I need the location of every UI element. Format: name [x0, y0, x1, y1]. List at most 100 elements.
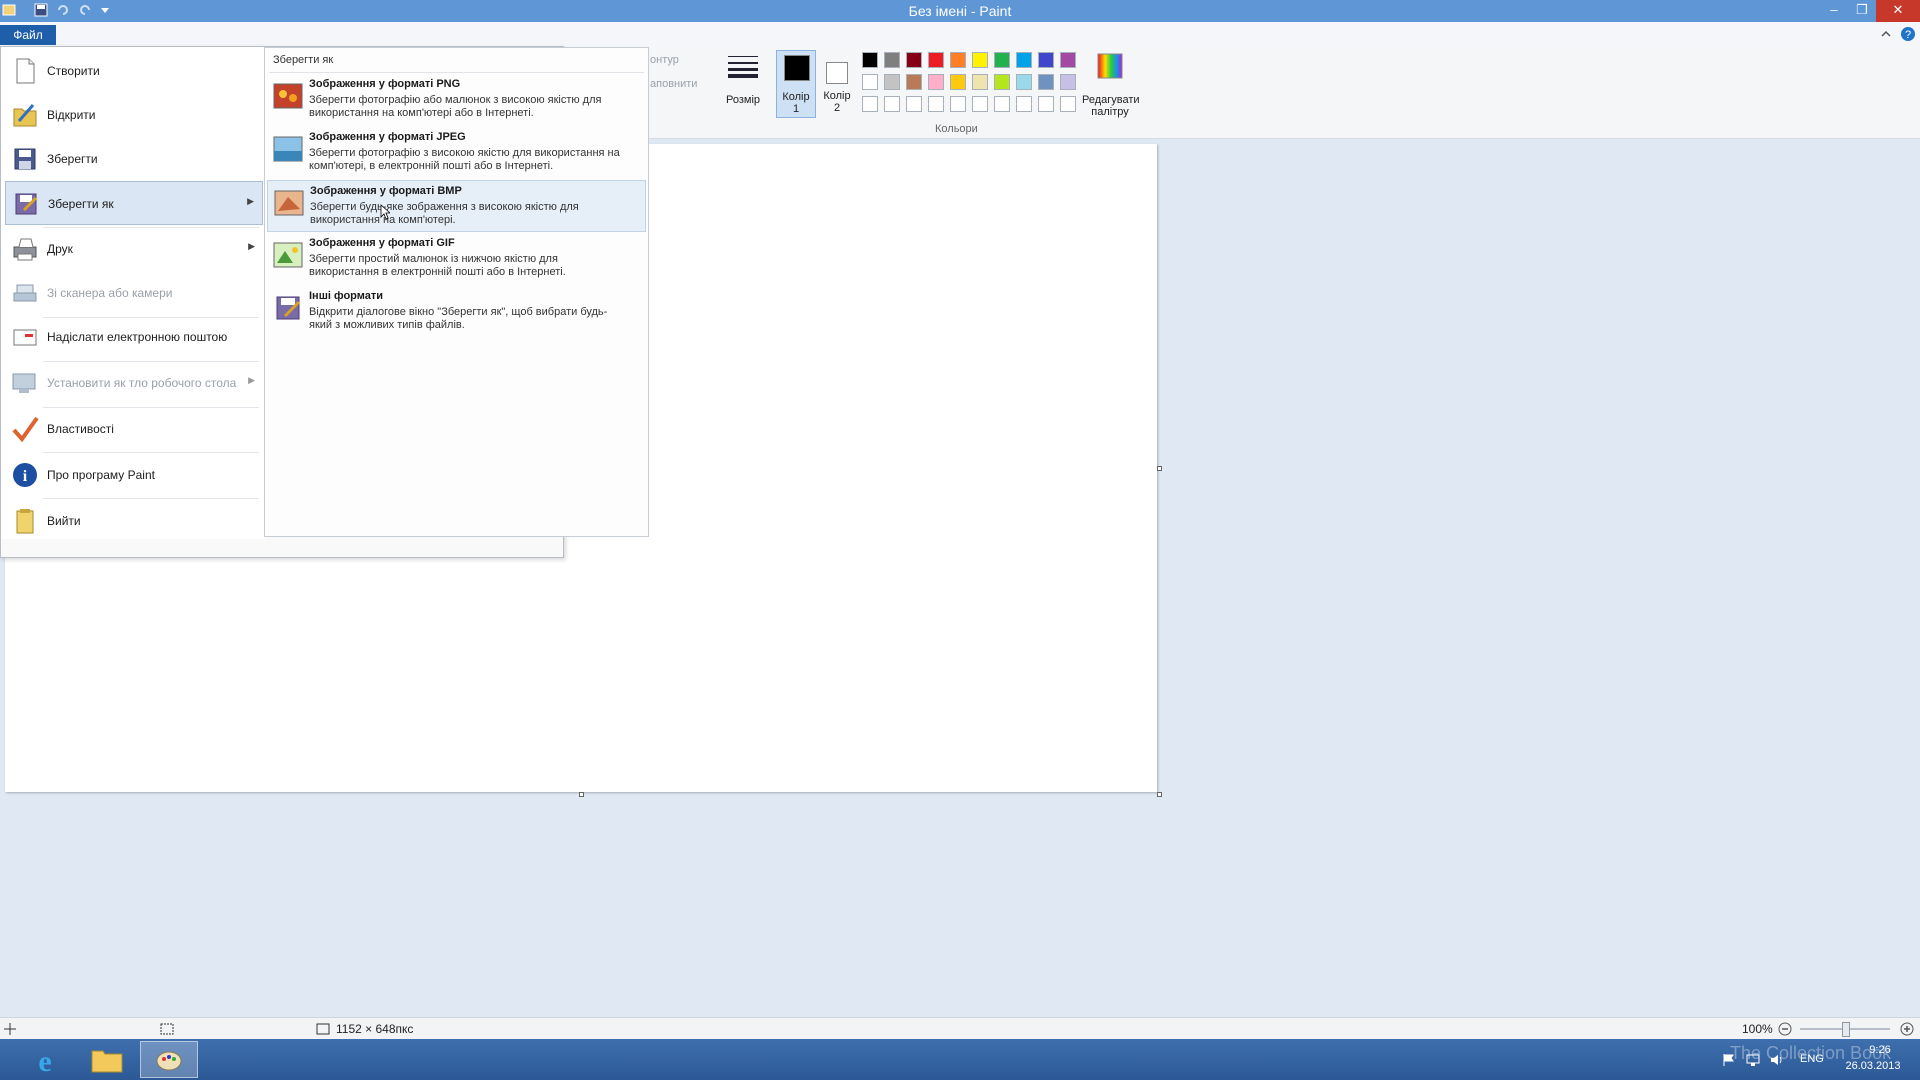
color2-swatch [826, 62, 848, 84]
palette-swatch[interactable] [972, 96, 988, 112]
menu-item-properties[interactable]: Властивості [5, 407, 263, 451]
color2-button[interactable]: Колір 2 [818, 50, 858, 118]
save-as-gif[interactable]: Зображення у форматі GIF Зберегти прости… [267, 233, 646, 285]
palette-swatch[interactable] [1060, 52, 1076, 68]
menu-item-save-as-label: Зберегти як [48, 197, 114, 211]
palette-swatch[interactable] [862, 96, 878, 112]
palette-swatch[interactable] [950, 96, 966, 112]
email-icon [13, 329, 37, 346]
palette-swatch[interactable] [928, 74, 944, 90]
menu-item-set-desktop-bg-label: Установити як тло робочого стола [47, 376, 237, 390]
menu-item-scanner[interactable]: Зі сканера або камери [5, 271, 263, 315]
palette-swatch[interactable] [884, 52, 900, 68]
menu-item-exit[interactable]: Вийти [5, 499, 263, 543]
clock-time[interactable]: 9:26 [1850, 1044, 1910, 1056]
palette-swatch[interactable] [884, 74, 900, 90]
menu-item-scanner-label: Зі сканера або камери [47, 286, 173, 300]
flag-icon[interactable] [1722, 1053, 1736, 1067]
color-palette [862, 52, 1082, 118]
file-explorer-icon[interactable] [90, 1045, 124, 1075]
menu-item-properties-label: Властивості [47, 422, 114, 436]
save-as-other-title: Інші формати [309, 290, 384, 302]
volume-icon[interactable] [1770, 1053, 1784, 1067]
line-size-icon [728, 56, 758, 78]
resize-handle-corner[interactable] [1157, 792, 1162, 797]
edit-colors-label2: палітру [1091, 106, 1129, 118]
save-as-jpeg[interactable]: Зображення у форматі JPEG Зберегти фотог… [267, 127, 646, 179]
zoom-in-icon[interactable] [1900, 1022, 1914, 1036]
collapse-ribbon-icon[interactable] [1880, 28, 1892, 40]
cursor-position-icon [4, 1023, 16, 1035]
palette-swatch[interactable] [994, 74, 1010, 90]
menu-item-about-label: Про програму Paint [47, 468, 155, 482]
save-as-bmp[interactable]: Зображення у форматі BMP Зберегти будь-я… [267, 180, 646, 232]
palette-swatch[interactable] [950, 52, 966, 68]
palette-swatch[interactable] [1016, 96, 1032, 112]
palette-swatch[interactable] [928, 52, 944, 68]
save-as-png[interactable]: Зображення у форматі PNG Зберегти фотогр… [267, 74, 646, 126]
restore-button[interactable]: ❐ [1848, 0, 1876, 22]
save-as-header: Зберегти як [273, 54, 334, 66]
resize-handle-bottom[interactable] [579, 792, 584, 797]
new-file-icon [16, 58, 35, 84]
other-formats-icon [276, 296, 301, 320]
menu-item-new[interactable]: Створити [5, 49, 263, 93]
color1-button[interactable]: Колір 1 [776, 50, 816, 118]
size-button[interactable]: Розмір [724, 52, 762, 116]
palette-swatch[interactable] [1038, 52, 1054, 68]
svg-text:i: i [23, 468, 28, 485]
zoom-slider-thumb[interactable] [1842, 1022, 1850, 1037]
language-indicator[interactable]: ENG [1800, 1053, 1824, 1065]
save-as-png-title: Зображення у форматі PNG [309, 78, 461, 90]
submenu-arrow-icon: ▶ [248, 375, 255, 385]
menu-item-open[interactable]: Відкрити [5, 93, 263, 137]
palette-swatch[interactable] [1060, 96, 1076, 112]
menu-item-about[interactable]: i Про програму Paint [5, 453, 263, 497]
palette-swatch[interactable] [972, 74, 988, 90]
menu-item-new-label: Створити [47, 64, 100, 78]
menu-item-open-label: Відкрити [47, 108, 96, 122]
palette-swatch[interactable] [994, 96, 1010, 112]
gif-image-icon [273, 242, 303, 268]
palette-swatch[interactable] [950, 74, 966, 90]
clock-date[interactable]: 26.03.2013 [1836, 1060, 1910, 1072]
save-as-other[interactable]: Інші формати Відкрити діалогове вікно "З… [267, 286, 646, 338]
zoom-out-icon[interactable] [1778, 1022, 1792, 1036]
palette-swatch[interactable] [1038, 96, 1054, 112]
palette-swatch[interactable] [906, 52, 922, 68]
submenu-arrow-icon: ▶ [247, 196, 254, 206]
palette-swatch[interactable] [994, 52, 1010, 68]
outline-dropdown[interactable]: онтур [650, 54, 679, 66]
save-as-bmp-desc: Зберегти будь-яке зображення з високою я… [310, 201, 579, 226]
canvas-size-icon [316, 1023, 330, 1035]
menu-item-send-email[interactable]: Надіслати електронною поштою [5, 315, 263, 359]
resize-handle-right[interactable] [1157, 466, 1162, 471]
edit-colors-button[interactable]: Редагувати палітру [1082, 52, 1140, 118]
palette-swatch[interactable] [906, 96, 922, 112]
menu-item-save-as[interactable]: Зберегти як ▶ [5, 181, 263, 225]
fill-dropdown[interactable]: аповнити [650, 78, 697, 90]
palette-swatch[interactable] [884, 96, 900, 112]
network-icon[interactable] [1746, 1053, 1760, 1067]
menu-item-save[interactable]: Зберегти [5, 137, 263, 181]
printer-icon [13, 238, 37, 261]
palette-swatch[interactable] [862, 74, 878, 90]
palette-swatch[interactable] [1016, 74, 1032, 90]
internet-explorer-icon[interactable]: e [28, 1043, 62, 1077]
save-as-bmp-title: Зображення у форматі BMP [310, 185, 462, 197]
palette-swatch[interactable] [1038, 74, 1054, 90]
palette-swatch[interactable] [972, 52, 988, 68]
menu-item-set-desktop-bg[interactable]: Установити як тло робочого стола ▶ [5, 361, 263, 405]
menu-item-print[interactable]: Друк ▶ [5, 227, 263, 271]
palette-swatch[interactable] [1016, 52, 1032, 68]
help-icon[interactable]: ? [1900, 26, 1916, 42]
palette-swatch[interactable] [906, 74, 922, 90]
close-button[interactable]: ✕ [1876, 0, 1920, 22]
palette-swatch[interactable] [928, 96, 944, 112]
edit-colors-label: Редагувати [1082, 94, 1140, 106]
palette-swatch[interactable] [1060, 74, 1076, 90]
palette-swatch[interactable] [862, 52, 878, 68]
minimize-button[interactable]: – [1820, 0, 1848, 22]
file-tab[interactable]: Файл [0, 25, 56, 45]
paint-taskbar-button[interactable] [140, 1041, 198, 1078]
